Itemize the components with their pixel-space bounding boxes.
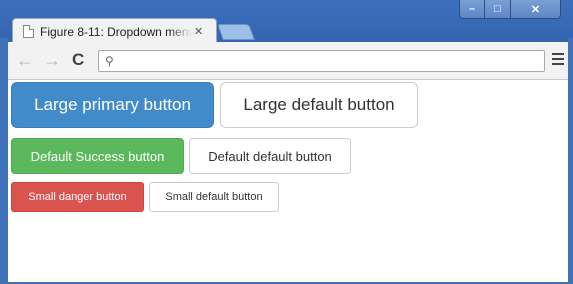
default-success-button[interactable]: Default Success button [11,138,184,174]
title-bar: Figure 8-11: Dropdown menu ✕ – □ ✕ [0,0,573,44]
minimize-button[interactable]: – [459,0,485,19]
browser-toolbar: ← → C ⚲ [8,42,568,80]
forward-arrow-icon[interactable]: → [43,50,61,70]
new-tab-icon[interactable] [217,24,255,40]
page-content: Large primary button Large default butto… [8,81,568,282]
browser-tab[interactable]: Figure 8-11: Dropdown menu ✕ [12,18,217,44]
small-danger-button[interactable]: Small danger button [11,182,144,212]
window-frame-right [568,38,573,284]
search-icon: ⚲ [105,54,114,68]
window-controls: – □ ✕ [459,0,567,20]
tab-close-icon[interactable]: ✕ [194,25,203,38]
large-default-button[interactable]: Large default button [220,82,418,128]
tab-title: Figure 8-11: Dropdown menu [40,24,192,39]
maximize-icon: □ [494,3,501,15]
back-arrow-icon[interactable]: ← [16,50,34,70]
address-bar[interactable]: ⚲ [98,50,545,72]
maximize-button[interactable]: □ [485,0,511,19]
hamburger-menu-icon[interactable] [552,53,564,65]
small-default-button[interactable]: Small default button [149,182,279,212]
reload-icon[interactable]: C [72,50,84,70]
large-primary-button[interactable]: Large primary button [11,82,214,128]
browser-window: Figure 8-11: Dropdown menu ✕ – □ ✕ ← → C… [0,0,573,284]
page-icon [23,25,34,38]
default-default-button[interactable]: Default default button [189,138,351,174]
window-frame-left [0,38,8,284]
close-icon: ✕ [530,3,541,16]
close-window-button[interactable]: ✕ [511,0,561,19]
minimize-icon: – [468,3,476,15]
